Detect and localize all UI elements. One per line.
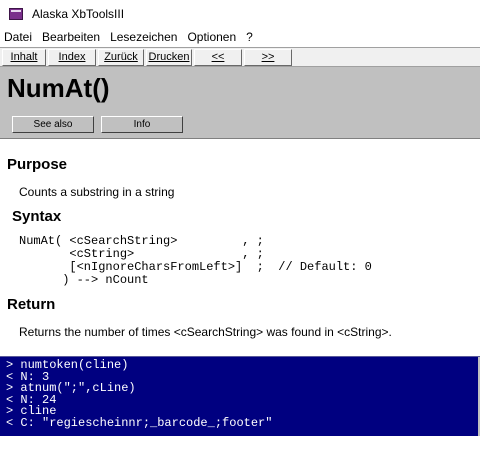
help-content: Purpose Counts a substring in a string S… <box>0 140 480 356</box>
console-output[interactable]: > numtoken(cline) < N: 3 > atnum(";",cLine… <box>0 356 480 437</box>
menu-lesezeichen[interactable]: Lesezeichen <box>105 30 182 44</box>
menu-bearbeiten[interactable]: Bearbeiten <box>37 30 105 44</box>
syntax-line: ) --> nCount <box>19 273 149 287</box>
window-title: Alaska XbToolsIII <box>32 7 125 21</box>
topic-header: NumAt() See also Info <box>0 67 480 139</box>
drucken-button[interactable]: Drucken <box>146 48 192 66</box>
purpose-text: Counts a substring in a string <box>19 185 175 199</box>
console-lines: > numtoken(cline) < N: 3 > atnum(";",cLine… <box>6 359 273 430</box>
syntax-heading: Syntax <box>12 208 62 225</box>
book-icon[interactable] <box>8 6 24 22</box>
return-text: Returns the number of times <cSearchStri… <box>19 325 392 339</box>
menu-optionen[interactable]: Optionen <box>182 30 241 44</box>
console-line: < C: "regiescheinnr;_barcode_;footer" <box>6 415 273 430</box>
zurueck-button[interactable]: Zurück <box>98 48 144 66</box>
page-title: NumAt() <box>7 73 110 103</box>
purpose-heading: Purpose <box>7 156 68 173</box>
bottom-strip <box>0 436 480 453</box>
see-also-button[interactable]: See also <box>12 116 94 133</box>
next-topic-button[interactable]: >> <box>244 48 292 66</box>
return-heading: Return <box>7 296 56 313</box>
toolbar: Inhalt Index Zurück Drucken << >> <box>0 47 480 67</box>
index-button[interactable]: Index <box>48 48 96 66</box>
title-bar: Alaska XbToolsIII <box>0 0 480 28</box>
menu-bar: Datei Bearbeiten Lesezeichen Optionen ? <box>0 28 480 46</box>
previous-topic-button[interactable]: << <box>194 48 242 66</box>
info-button[interactable]: Info <box>101 116 183 133</box>
inhalt-button[interactable]: Inhalt <box>2 48 46 66</box>
menu-help[interactable]: ? <box>241 30 258 44</box>
menu-datei[interactable]: Datei <box>0 30 37 44</box>
